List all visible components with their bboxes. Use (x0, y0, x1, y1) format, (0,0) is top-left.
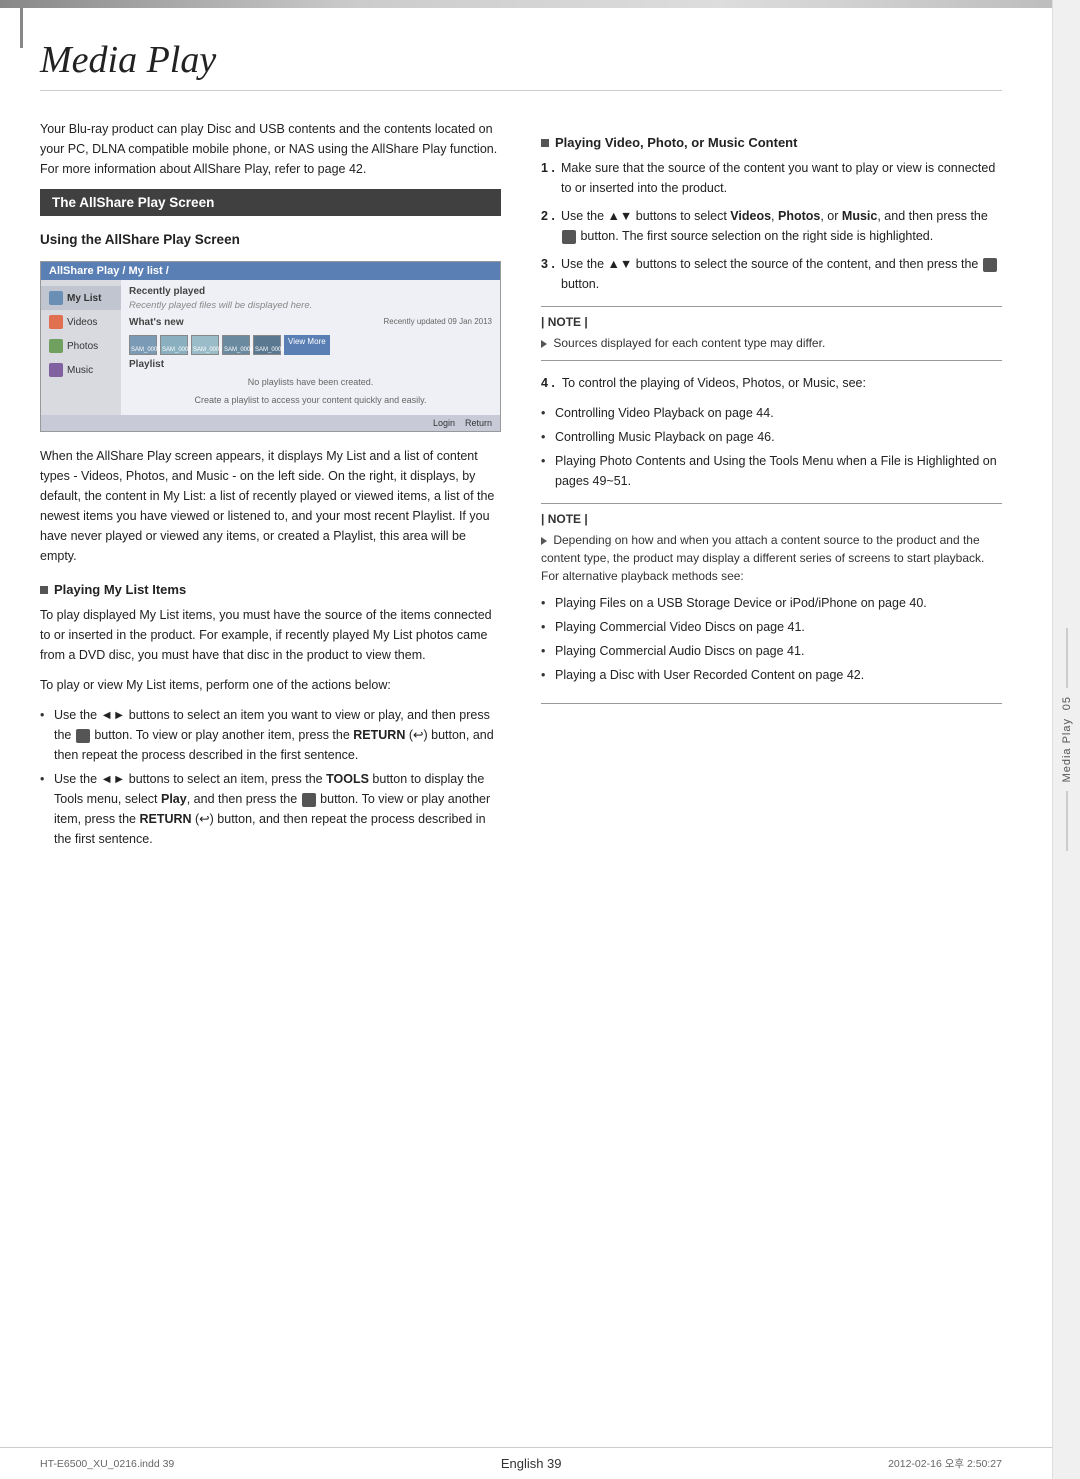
enter-icon-4 (983, 258, 997, 272)
allshare-title-bar: AllShare Play / My list / (41, 262, 500, 280)
whats-new-title: What's new (129, 317, 184, 328)
step-4-intro: 4 . To control the playing of Videos, Ph… (541, 373, 1002, 393)
step-3-num: 3 . (541, 254, 555, 274)
recently-played-empty: Recently played files will be displayed … (129, 300, 492, 311)
step4-bullets: Controlling Video Playback on page 44. C… (541, 403, 1002, 491)
thumb-1: SAM_0001 (129, 335, 157, 355)
enter-icon-1 (76, 729, 90, 743)
triangle-icon-2 (541, 537, 547, 545)
sq-bullet-2 (541, 139, 549, 147)
left-column: Your Blu-ray product can play Disc and U… (40, 119, 501, 1417)
footer-login: Login (433, 418, 455, 428)
allshare-sidebar: My List Videos Photos (41, 280, 121, 415)
note2-bullet-1: Playing Files on a USB Storage Device or… (541, 593, 1002, 613)
sidebar-mylist-label: My List (67, 293, 101, 304)
note-label-2: | NOTE | (541, 512, 1002, 526)
note-content-2: Depending on how and when you attach a c… (541, 531, 1002, 585)
step4-bullet-3: Playing Photo Contents and Using the Too… (541, 451, 1002, 491)
whats-new-date: Recently updated 09 Jan 2013 (383, 317, 492, 326)
step-2-text: Use the ▲▼ buttons to select Videos, Pho… (561, 209, 988, 243)
note-content-1: Sources displayed for each content type … (541, 334, 1002, 352)
note2-bullets: Playing Files on a USB Storage Device or… (541, 593, 1002, 685)
whats-new-row: What's new Recently updated 09 Jan 2013 (129, 317, 492, 331)
playlist-section: Playlist No playlists have been created.… (129, 359, 492, 409)
page-container: 05 Media Play Media Play Your Blu-ray pr… (0, 0, 1080, 1479)
note2-bullet-2: Playing Commercial Video Discs on page 4… (541, 617, 1002, 637)
side-line-top (1066, 628, 1068, 688)
step4-bullet-2: Controlling Music Playback on page 46. (541, 427, 1002, 447)
footer-filename: HT-E6500_XU_0216.indd 39 (40, 1458, 174, 1470)
step-1-num: 1 . (541, 158, 555, 178)
allshare-description: When the AllShare Play screen appears, i… (40, 446, 501, 566)
allshare-main-panel: Recently played Recently played files wi… (121, 280, 500, 415)
footer-return: Return (465, 418, 492, 428)
step-3: 3 . Use the ▲▼ buttons to select the sou… (541, 254, 1002, 294)
sidebar-item-photos: Photos (41, 334, 121, 358)
sidebar-photos-label: Photos (67, 341, 98, 352)
main-content: Media Play Your Blu-ray product can play… (0, 8, 1052, 1447)
side-line-bottom (1066, 791, 1068, 851)
step4-bullet-1: Controlling Video Playback on page 44. (541, 403, 1002, 423)
section-name: Media Play (1061, 718, 1073, 782)
thumbnails-row: SAM_0001 SAM_0002 SAM_0003 SAM_0004 SAM_… (129, 335, 492, 355)
section-label: 05 (1061, 696, 1073, 710)
side-accent: 05 Media Play (1052, 0, 1080, 1479)
sidebar-music-label: Music (67, 365, 93, 376)
allshare-mockup: AllShare Play / My list / My List Videos (40, 261, 501, 432)
note-box-1: | NOTE | Sources displayed for each cont… (541, 306, 1002, 361)
triangle-icon-1 (541, 340, 547, 348)
playing-mylist-para1: To play displayed My List items, you mus… (40, 605, 501, 665)
videos-icon (49, 315, 63, 329)
step-2: 2 . Use the ▲▼ buttons to select Videos,… (541, 206, 1002, 246)
allshare-section-heading: The AllShare Play Screen (40, 189, 501, 216)
enter-icon-3 (562, 230, 576, 244)
sidebar-videos-label: Videos (67, 317, 97, 328)
thumb-4: SAM_0004 (222, 335, 250, 355)
two-column-layout: Your Blu-ray product can play Disc and U… (40, 119, 1002, 1417)
step-1-text: Make sure that the source of the content… (561, 161, 995, 195)
playing-mylist-para2: To play or view My List items, perform o… (40, 675, 501, 695)
footer-timestamp: 2012-02-16 오후 2:50:27 (888, 1456, 1002, 1471)
recently-played-title: Recently played (129, 286, 492, 297)
thumb-3: SAM_0003 (191, 335, 219, 355)
note-box-2: | NOTE | Depending on how and when you a… (541, 503, 1002, 704)
step-1: 1 . Make sure that the source of the con… (541, 158, 1002, 198)
note2-bullet-4: Playing a Disc with User Recorded Conten… (541, 665, 1002, 685)
allshare-body: My List Videos Photos (41, 280, 500, 415)
playlist-empty-1: No playlists have been created. (129, 373, 492, 391)
intro-paragraph: Your Blu-ray product can play Disc and U… (40, 119, 501, 179)
thumb-2: SAM_0002 (160, 335, 188, 355)
footer-pagenum: English 39 (501, 1456, 562, 1471)
playlist-title: Playlist (129, 359, 492, 370)
sidebar-item-mylist: My List (41, 286, 121, 310)
step-2-num: 2 . (541, 206, 555, 226)
using-allshare-subheading: Using the AllShare Play Screen (40, 232, 501, 247)
enter-icon-2 (302, 793, 316, 807)
photos-icon (49, 339, 63, 353)
page-footer: HT-E6500_XU_0216.indd 39 English 39 2012… (0, 1447, 1052, 1479)
note2-bullet-3: Playing Commercial Audio Discs on page 4… (541, 641, 1002, 661)
sidebar-item-music: Music (41, 358, 121, 382)
allshare-footer: Login Return (41, 415, 500, 431)
playing-mylist-heading: Playing My List Items (40, 582, 501, 597)
mylist-icon (49, 291, 63, 305)
page-title: Media Play (40, 38, 1002, 91)
thumb-5: SAM_0005 (253, 335, 281, 355)
view-more-button[interactable]: View More (284, 335, 330, 355)
mylist-bullet-1: Use the ◄► buttons to select an item you… (40, 705, 501, 765)
right-column: Playing Video, Photo, or Music Content 1… (541, 119, 1002, 1417)
playlist-empty-2: Create a playlist to access your content… (129, 391, 492, 409)
left-bar-decoration (20, 8, 23, 48)
mylist-bullet-2: Use the ◄► buttons to select an item, pr… (40, 769, 501, 849)
sq-bullet-1 (40, 586, 48, 594)
playing-vpm-heading: Playing Video, Photo, or Music Content (541, 135, 1002, 150)
top-bar (0, 0, 1080, 8)
sidebar-item-videos: Videos (41, 310, 121, 334)
note-label-1: | NOTE | (541, 315, 1002, 329)
steps-list: 1 . Make sure that the source of the con… (541, 158, 1002, 294)
playing-mylist-bullets: Use the ◄► buttons to select an item you… (40, 705, 501, 849)
music-icon (49, 363, 63, 377)
step-3-text: Use the ▲▼ buttons to select the source … (561, 257, 998, 291)
